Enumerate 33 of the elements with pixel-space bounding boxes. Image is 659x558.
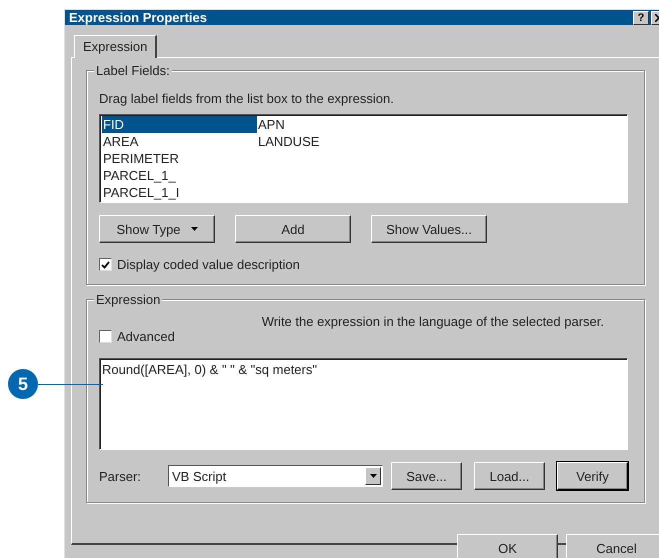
hint-text: Write the expression in the language of the selected parser. [262, 314, 604, 329]
expression-field[interactable]: Round([AREA], 0) & " " & "sq meters" [99, 358, 628, 450]
group-title: Label Fields: [94, 63, 172, 78]
list-item[interactable]: PARCEL_1_ [102, 167, 257, 184]
push-button[interactable]: Add [235, 215, 351, 243]
push-button[interactable]: Show Values... [371, 215, 487, 243]
dialog-button[interactable]: Cancel [566, 534, 659, 558]
step-badge: 5 [8, 369, 38, 399]
tab[interactable]: Expression [74, 35, 158, 58]
parser-dropdown[interactable]: VB Script [168, 465, 383, 487]
instruction-text: Drag label fields from the list box to the expression. [99, 91, 395, 106]
checkbox-label: Advanced [117, 329, 175, 344]
help-button[interactable]: ? [633, 10, 649, 24]
list-item[interactable]: PARCEL_1_I [102, 184, 257, 201]
list-item[interactable]: PERIMETER [102, 150, 257, 167]
check-icon [101, 260, 110, 268]
push-button[interactable]: Load... [474, 462, 545, 490]
dialog-button[interactable]: OK [457, 534, 558, 558]
menu-button[interactable]: Show Type [99, 215, 215, 243]
list-item[interactable]: FID [102, 116, 257, 133]
checkbox-label: Display coded value description [117, 257, 300, 272]
list-item[interactable]: APN [257, 116, 412, 133]
list-item[interactable]: AREA [102, 133, 257, 150]
group-title: Expression [94, 292, 162, 307]
caret-icon [370, 474, 376, 478]
caret-icon [190, 227, 198, 231]
push-button[interactable]: Save... [391, 462, 462, 490]
window-title: Expression Properties [69, 10, 207, 25]
push-button[interactable]: Verify [557, 462, 628, 490]
checkbox[interactable]: Display coded value description [99, 257, 628, 272]
checkbox[interactable]: Advanced [99, 329, 628, 344]
list-item[interactable]: LANDUSE [257, 133, 412, 150]
parser-label: Parser: [99, 468, 142, 484]
